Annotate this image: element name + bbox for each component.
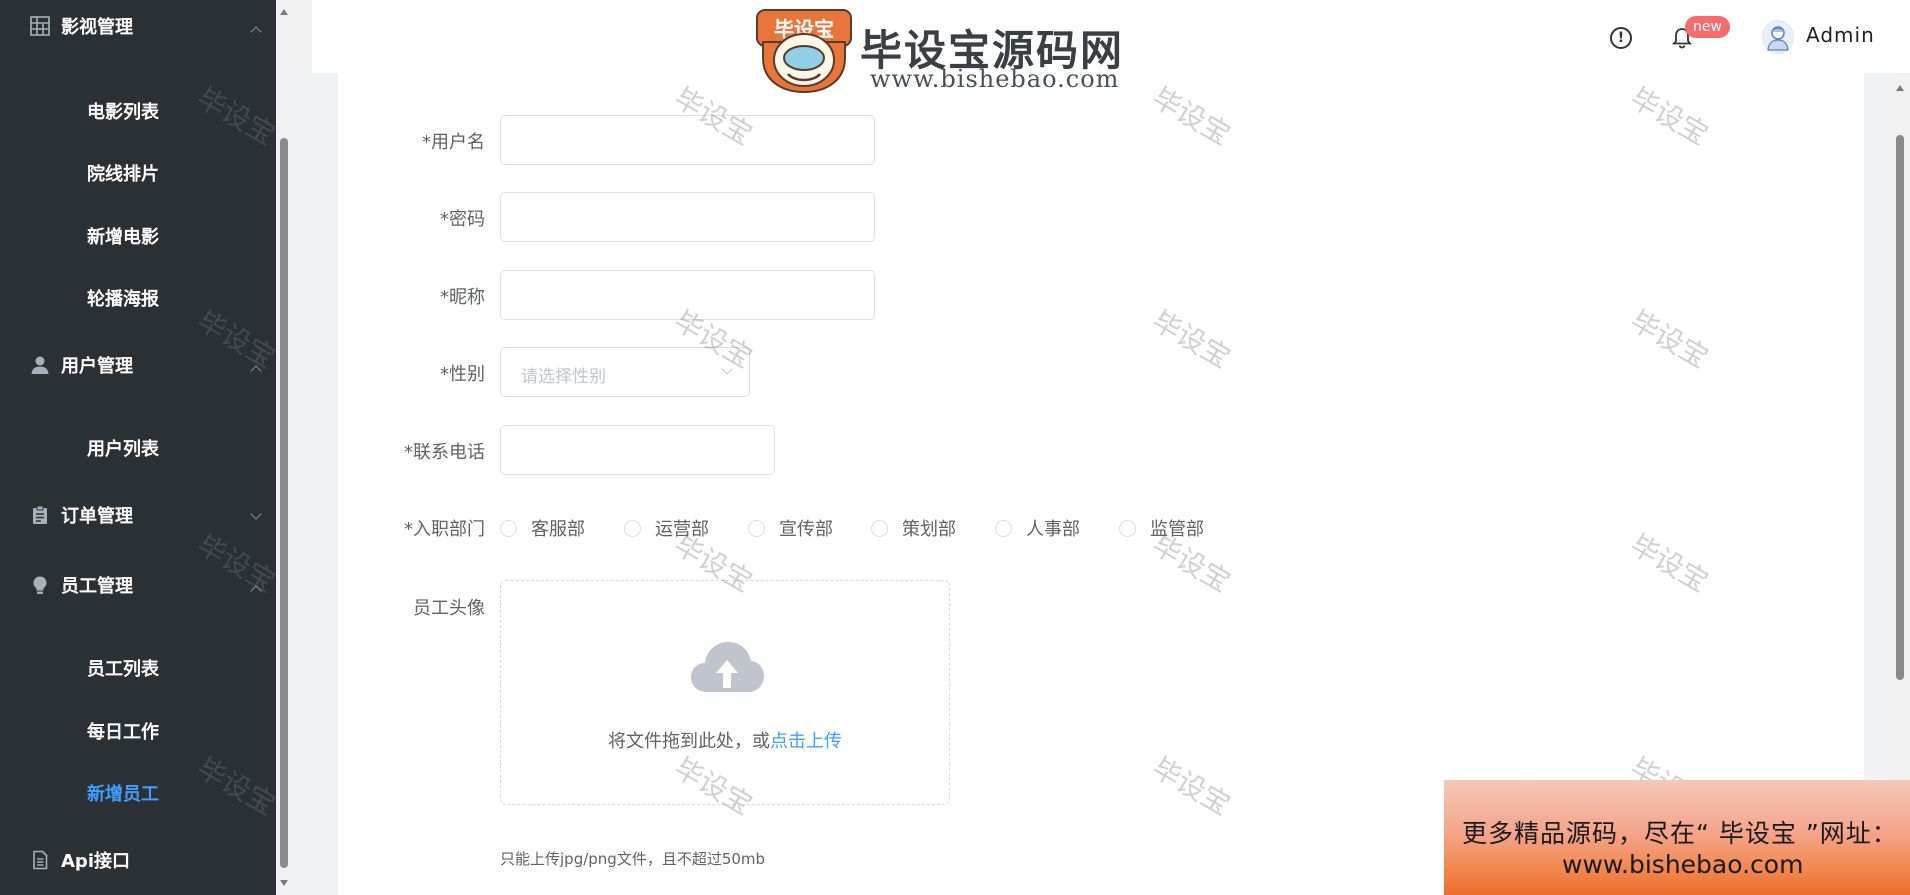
- sidebar-item-cinema-schedule[interactable]: 院线排片: [87, 160, 159, 186]
- username-label[interactable]: Admin: [1806, 23, 1875, 47]
- radio-label: 客服部: [531, 519, 585, 540]
- chevron-down-icon: [250, 508, 262, 520]
- sidebar-item-banner-poster[interactable]: 轮播海报: [87, 285, 159, 311]
- radio-label: 人事部: [1026, 519, 1080, 540]
- username-label: *用户名: [422, 132, 485, 153]
- sidebar-group-film[interactable]: 影视管理: [0, 6, 276, 46]
- grid-icon: [30, 16, 50, 36]
- sidebar-item-staff-list[interactable]: 员工列表: [87, 655, 159, 681]
- sidebar: 影视管理 电影列表 院线排片 新增电影 轮播海报 用户管理 用户列表 订单管理: [0, 0, 292, 895]
- gender-select[interactable]: 请选择性别: [500, 347, 750, 397]
- nickname-label: *昵称: [440, 287, 485, 308]
- sidebar-group-order[interactable]: 订单管理: [0, 495, 276, 535]
- page-scrollbar[interactable]: [1890, 73, 1910, 895]
- cloud-upload-icon: [689, 636, 765, 696]
- upload-hint-text: 将文件拖到此处，或: [608, 731, 770, 752]
- department-radio-operations[interactable]: 运营部: [624, 515, 709, 541]
- document-icon: [30, 850, 50, 870]
- sidebar-group-label: 用户管理: [61, 356, 133, 377]
- radio-circle[interactable]: [748, 519, 765, 537]
- radio-circle[interactable]: [624, 519, 641, 537]
- sidebar-group-label: Api接口: [61, 851, 130, 872]
- site-logo: 毕设宝 毕设宝源码网 www.bishebao.com: [752, 5, 1132, 95]
- sidebar-group-staff[interactable]: 员工管理: [0, 565, 276, 605]
- notification-badge: new: [1685, 16, 1730, 38]
- department-radio-planning[interactable]: 策划部: [871, 515, 956, 541]
- radio-circle[interactable]: [500, 519, 517, 537]
- phone-label: *联系电话: [404, 442, 485, 463]
- promo-banner-line2: www.bishebao.com: [1562, 850, 1804, 879]
- sidebar-group-label: 影视管理: [61, 17, 133, 38]
- scroll-down-arrow-icon[interactable]: [280, 880, 288, 886]
- app-root: 影视管理 电影列表 院线排片 新增电影 轮播海报 用户管理 用户列表 订单管理: [0, 0, 1910, 895]
- avatar[interactable]: [1762, 20, 1794, 54]
- sidebar-group-label: 订单管理: [61, 506, 133, 527]
- radio-label: 宣传部: [779, 519, 833, 540]
- sidebar-group-label: 员工管理: [61, 576, 133, 597]
- scrollbar-thumb[interactable]: [1896, 135, 1904, 680]
- gender-label: *性别: [440, 364, 485, 385]
- gender-select-placeholder: 请选择性别: [521, 367, 606, 387]
- radio-label: 策划部: [902, 519, 956, 540]
- sidebar-item-movie-list[interactable]: 电影列表: [87, 98, 159, 124]
- radio-circle[interactable]: [871, 519, 888, 537]
- department-label: *入职部门: [404, 519, 485, 540]
- sidebar-item-add-staff[interactable]: 新增员工: [87, 780, 159, 806]
- department-radio-publicity[interactable]: 宣传部: [748, 515, 833, 541]
- sidebar-item-daily-work[interactable]: 每日工作: [87, 718, 159, 744]
- upload-tip: 只能上传jpg/png文件，且不超过50mb: [500, 850, 766, 868]
- promo-banner: 更多精品源码，尽在“ 毕设宝 ”网址： www.bishebao.com: [1444, 780, 1910, 895]
- logo-url: www.bishebao.com: [870, 65, 1120, 93]
- username-input[interactable]: [500, 115, 875, 165]
- header-scroll-strip: [292, 0, 312, 73]
- scroll-up-arrow-icon[interactable]: [280, 9, 288, 15]
- sidebar-item-user-list[interactable]: 用户列表: [87, 435, 159, 461]
- scroll-up-arrow-icon[interactable]: [1896, 85, 1904, 91]
- radio-label: 运营部: [655, 519, 709, 540]
- password-input[interactable]: [500, 192, 875, 242]
- promo-banner-line1: 更多精品源码，尽在“ 毕设宝 ”网址：: [1462, 819, 1898, 848]
- scrollbar-thumb[interactable]: [280, 138, 288, 868]
- info-icon[interactable]: !: [1610, 27, 1632, 49]
- sidebar-scrollbar[interactable]: [276, 0, 292, 895]
- clipboard-icon: [30, 505, 50, 525]
- department-radio-hr[interactable]: 人事部: [995, 515, 1080, 541]
- chevron-up-icon: [250, 365, 262, 377]
- radio-label: 监管部: [1150, 519, 1204, 540]
- password-label: *密码: [440, 209, 485, 230]
- department-radio-supervision[interactable]: 监管部: [1119, 515, 1204, 541]
- user-icon: [30, 355, 50, 375]
- department-radio-customer-service[interactable]: 客服部: [500, 515, 585, 541]
- avatar-label: 员工头像: [413, 598, 485, 619]
- chevron-up-icon: [250, 26, 262, 38]
- sidebar-group-api[interactable]: Api接口: [0, 840, 276, 880]
- lightbulb-icon: [30, 575, 50, 595]
- nickname-input[interactable]: [500, 270, 875, 320]
- avatar-upload-dropzone[interactable]: 将文件拖到此处，或点击上传: [500, 580, 950, 805]
- radio-circle[interactable]: [1119, 519, 1136, 537]
- chevron-down-icon: [721, 363, 733, 375]
- mascot-logo-icon: 毕设宝: [755, 8, 853, 94]
- phone-input[interactable]: [500, 425, 775, 475]
- upload-hint: 将文件拖到此处，或点击上传: [501, 727, 949, 753]
- upload-click-link[interactable]: 点击上传: [770, 731, 842, 752]
- sidebar-item-add-movie[interactable]: 新增电影: [87, 223, 159, 249]
- radio-circle[interactable]: [995, 519, 1012, 537]
- sidebar-group-user[interactable]: 用户管理: [0, 345, 276, 385]
- chevron-up-icon: [250, 585, 262, 597]
